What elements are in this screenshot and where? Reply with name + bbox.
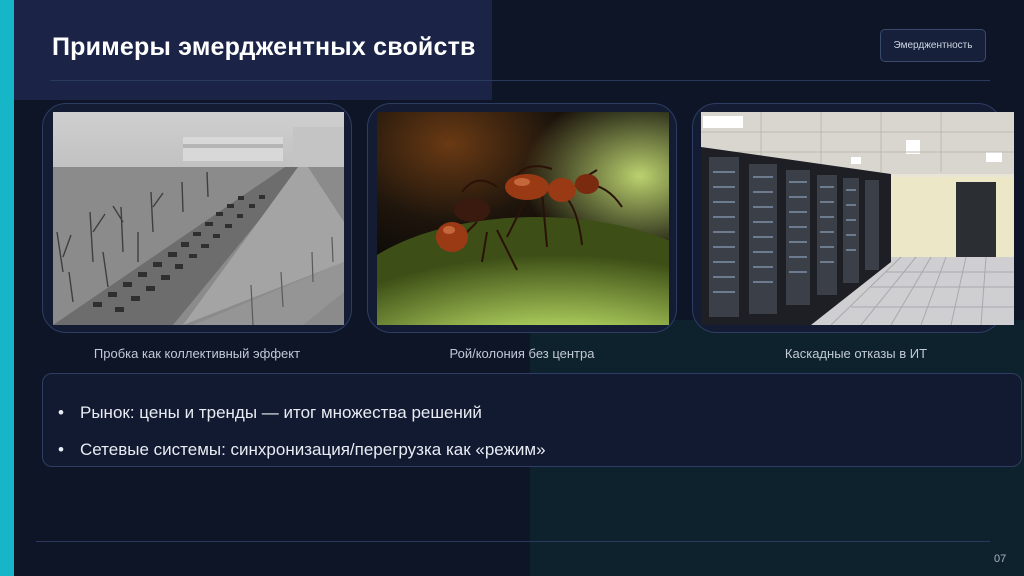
bullet-dot-icon: • bbox=[58, 403, 64, 422]
bullet-item: • Сетевые системы: синхронизация/перегруз… bbox=[58, 440, 546, 460]
bullet-text: Сетевые системы: синхронизация/перегрузк… bbox=[80, 440, 546, 459]
bullet-text: Рынок: цены и тренды — итог множества ре… bbox=[80, 403, 482, 422]
card-caption-servers: Каскадные отказы в ИТ bbox=[784, 346, 928, 361]
ants-photo bbox=[377, 112, 669, 325]
topic-tag: Эмерджентность bbox=[880, 29, 986, 62]
slide-title: Примеры эмерджентных свойств bbox=[52, 33, 476, 61]
bullet-dot-icon: • bbox=[58, 440, 64, 459]
server-room-photo bbox=[701, 112, 1014, 325]
card-caption-traffic: Пробка как коллективный эффект bbox=[93, 346, 301, 361]
card-caption-ants: Рой/колония без центра bbox=[449, 346, 595, 361]
header-divider bbox=[50, 80, 990, 81]
accent-bar bbox=[0, 0, 14, 576]
page-number: 07 bbox=[994, 553, 1007, 565]
bullet-item: • Рынок: цены и тренды — итог множества р… bbox=[58, 403, 482, 423]
traffic-jam-photo bbox=[53, 112, 344, 325]
footer-divider bbox=[36, 541, 990, 542]
